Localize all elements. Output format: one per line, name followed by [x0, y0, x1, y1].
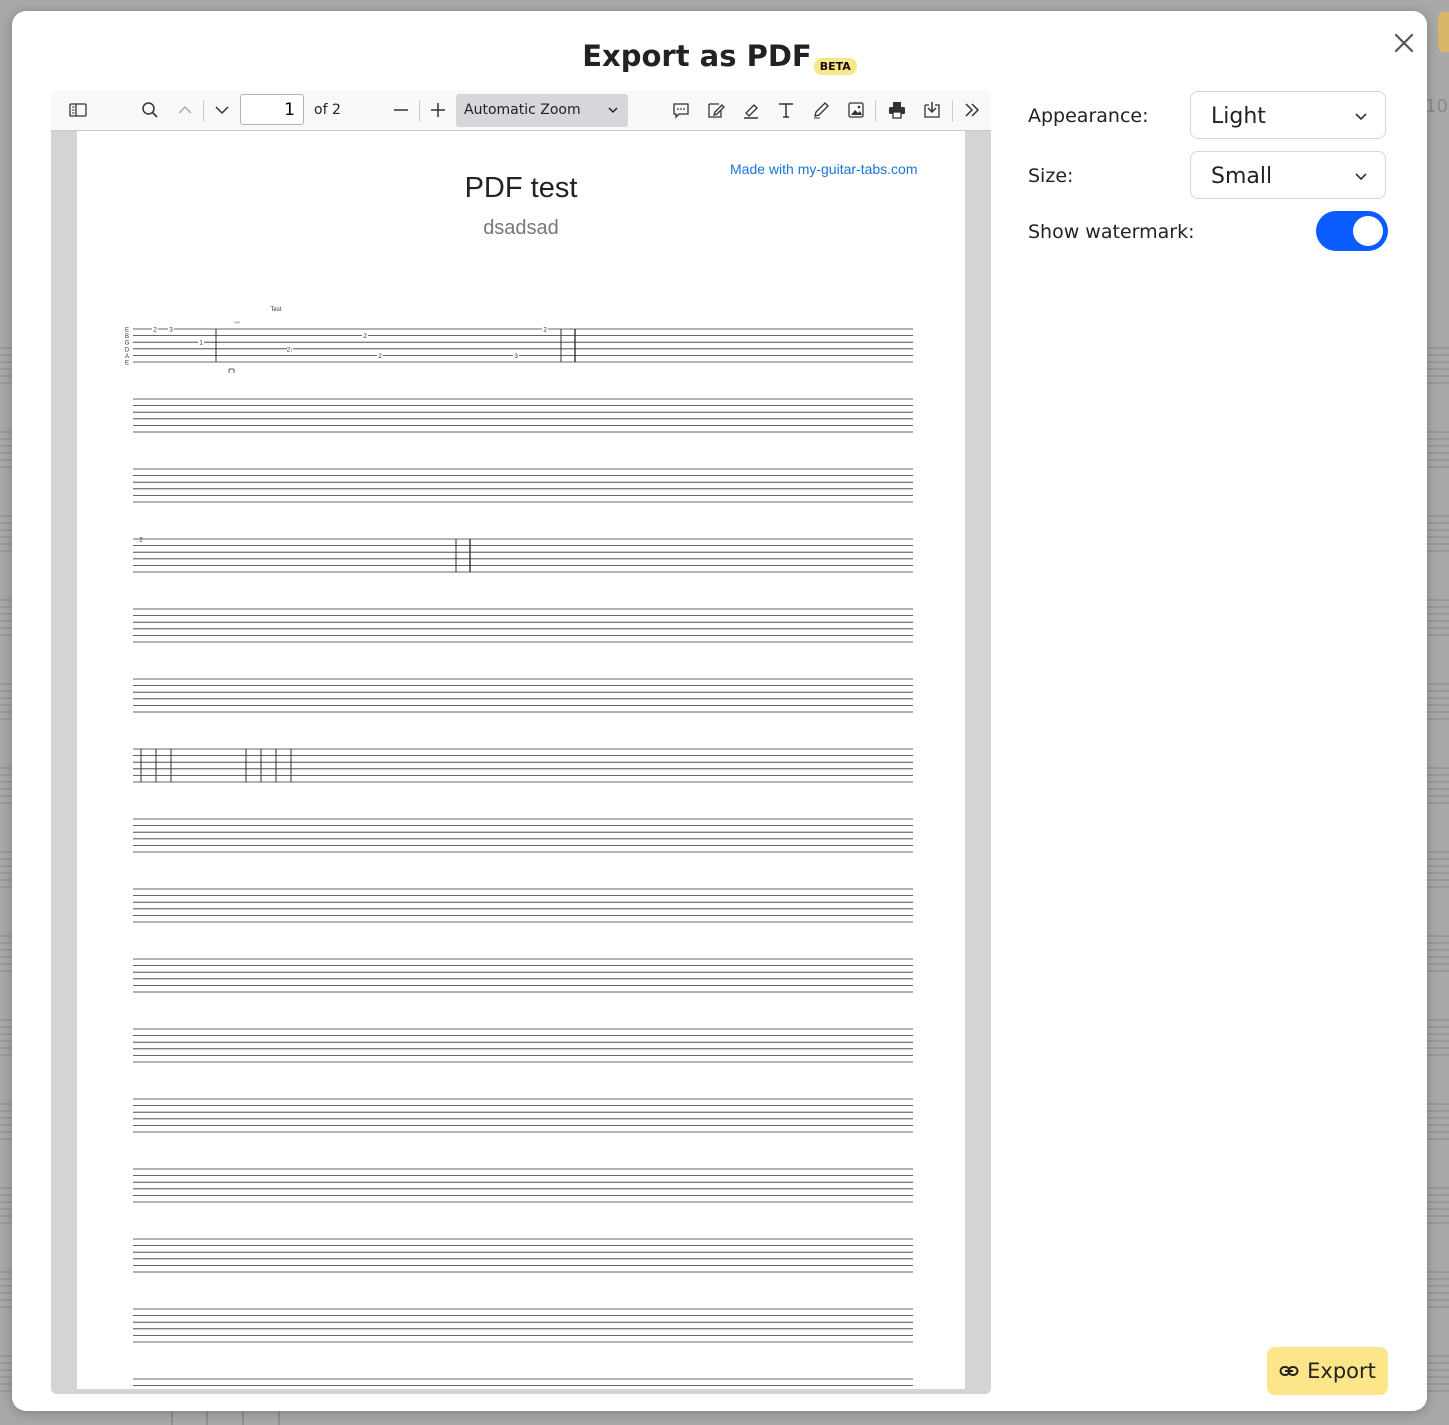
double-chevron-right-icon: [965, 103, 980, 117]
signature-icon: [708, 103, 725, 118]
section-label: Test: [270, 307, 281, 313]
string-name-label: B: [125, 334, 129, 340]
tab-note: 2: [378, 353, 382, 360]
toolbar-separator: [952, 100, 953, 122]
chevron-up-icon: [178, 105, 192, 114]
draw-button[interactable]: [809, 98, 833, 122]
vibrato-mark: 〰: [234, 321, 240, 327]
sign-button[interactable]: [704, 98, 728, 122]
pdf-subtitle: dsadsad: [483, 217, 559, 239]
print-icon: [889, 102, 905, 119]
download-icon: [924, 102, 940, 118]
find-button[interactable]: [138, 98, 162, 122]
highlighter-icon: [744, 104, 758, 119]
size-select[interactable]: Small: [1190, 151, 1386, 199]
pdf-page: E B G D A E Test 2 3 1 2↑ 2 2 2 3 〰 2 Made with my-guita…: [77, 131, 965, 1389]
background-bar-number: 10: [1425, 96, 1448, 117]
highlight-button[interactable]: [739, 98, 763, 122]
tab-note: 3: [169, 327, 173, 334]
toolbar-separator: [875, 100, 876, 122]
string-name-label: E: [125, 328, 129, 334]
dialog-title: Export as PDF BETA: [12, 39, 1427, 75]
page-number-input[interactable]: [240, 94, 304, 125]
sidebar-icon: [69, 103, 87, 117]
tab-note: 2↑: [287, 346, 294, 353]
link-icon: [1279, 1366, 1299, 1376]
close-button[interactable]: [1390, 29, 1418, 57]
minus-icon: [394, 109, 408, 111]
image-icon: [848, 102, 864, 118]
zoom-out-button[interactable]: [389, 98, 413, 122]
chevron-down-icon: [1355, 113, 1367, 121]
tools-menu-button[interactable]: [960, 98, 984, 122]
sidebar-toggle-button[interactable]: [66, 98, 90, 122]
close-icon: [1394, 33, 1414, 53]
comment-button[interactable]: [669, 98, 693, 122]
string-name-label: D: [125, 347, 130, 353]
watermark-toggle[interactable]: [1316, 211, 1388, 251]
previous-page-button[interactable]: [173, 98, 197, 122]
appearance-select-value: Light: [1211, 104, 1266, 129]
pencil-icon: [814, 102, 829, 119]
size-label: Size:: [1028, 165, 1074, 187]
string-name-label: A: [125, 354, 129, 360]
tab-note: 3: [514, 353, 518, 360]
text-icon: [779, 103, 793, 118]
chevron-down-icon: [215, 106, 229, 115]
plus-icon: [431, 103, 445, 117]
next-page-button[interactable]: [210, 98, 234, 122]
chevron-down-icon: [608, 107, 618, 114]
tablature-staves: EBGDAETest2 312↑2223〰2: [125, 307, 913, 1386]
export-pdf-dialog: Export as PDFBETA of 2: [12, 11, 1427, 1411]
page-count-label: of 2: [314, 102, 341, 118]
zoom-select[interactable]: Automatic Zoom: [456, 94, 628, 127]
watermark-label: Show watermark:: [1028, 221, 1195, 243]
tab-note: 2: [363, 333, 367, 340]
tab-note: 2: [153, 327, 157, 334]
size-select-value: Small: [1211, 164, 1273, 189]
search-icon: [142, 102, 158, 118]
background-action-button: [1438, 12, 1449, 52]
export-button[interactable]: Export: [1267, 1347, 1388, 1395]
beta-badge: BETA: [813, 58, 857, 75]
appearance-label: Appearance:: [1028, 105, 1149, 127]
chevron-down-icon: [1355, 173, 1367, 181]
dialog-title-text: Export as PDF: [582, 39, 812, 73]
toolbar-separator: [419, 100, 420, 122]
print-button[interactable]: [885, 98, 909, 122]
pdf-viewer: of 2 Automatic Zoom: [51, 91, 991, 1394]
save-button[interactable]: [920, 98, 944, 122]
toolbar-separator: [203, 100, 204, 122]
toggle-knob: [1353, 216, 1383, 246]
string-name-label: E: [125, 361, 129, 367]
comment-icon: [673, 103, 689, 119]
tab-note: 1: [199, 340, 203, 347]
pdf-title: PDF test: [464, 172, 578, 204]
tab-note: 2: [139, 537, 143, 544]
add-image-button[interactable]: [844, 98, 868, 122]
appearance-select[interactable]: Light: [1190, 91, 1386, 139]
tab-note: 2: [543, 327, 547, 334]
viewer-toolbar: of 2 Automatic Zoom: [51, 91, 991, 131]
text-tool-button[interactable]: [774, 98, 798, 122]
zoom-in-button[interactable]: [426, 98, 450, 122]
zoom-select-value: Automatic Zoom: [464, 102, 581, 118]
export-button-label: Export: [1307, 1359, 1376, 1383]
string-name-label: G: [125, 341, 130, 347]
